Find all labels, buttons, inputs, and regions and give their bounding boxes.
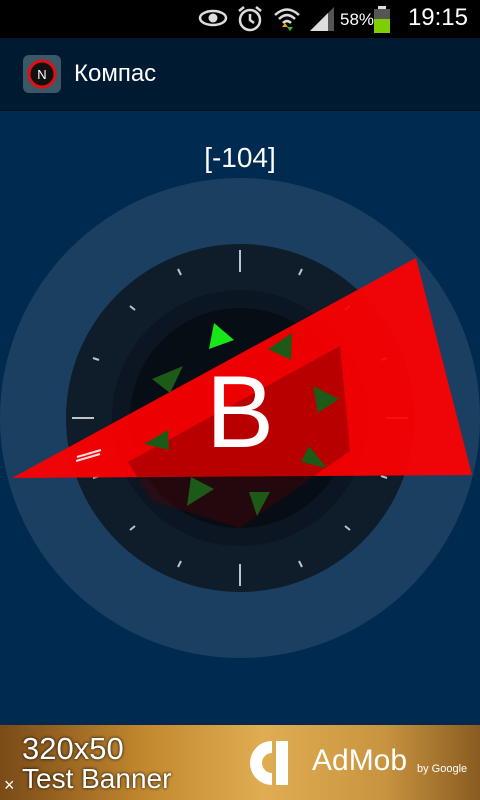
battery-icon — [374, 6, 390, 33]
signal-icon — [310, 7, 334, 31]
compass-app-icon[interactable]: N — [23, 55, 61, 93]
svg-text:N: N — [37, 67, 46, 82]
ad-label: Test Banner — [22, 763, 172, 794]
wifi-icon — [274, 8, 300, 31]
admob-logo-icon — [250, 741, 288, 785]
battery-percent: 58% — [340, 10, 375, 29]
compass-view: [-104] В — [0, 111, 480, 725]
heading-readout: [-104] — [204, 142, 276, 173]
action-bar: N Компас — [0, 38, 480, 111]
ad-size-label: 320x50 — [22, 731, 124, 766]
alarm-icon — [238, 6, 262, 32]
ad-close-icon[interactable]: × — [4, 775, 15, 796]
app-title: Компас — [74, 60, 157, 87]
ad-banner[interactable]: 320x50 Test Banner × AdMob by Google — [0, 725, 480, 800]
status-time: 19:15 — [407, 4, 468, 31]
direction-letter: В — [205, 355, 275, 469]
admob-brand: AdMob — [312, 744, 408, 777]
admob-by-google: by Google — [417, 763, 468, 775]
eye-icon — [198, 9, 228, 27]
status-bar: 58% 19:15 — [0, 0, 480, 38]
